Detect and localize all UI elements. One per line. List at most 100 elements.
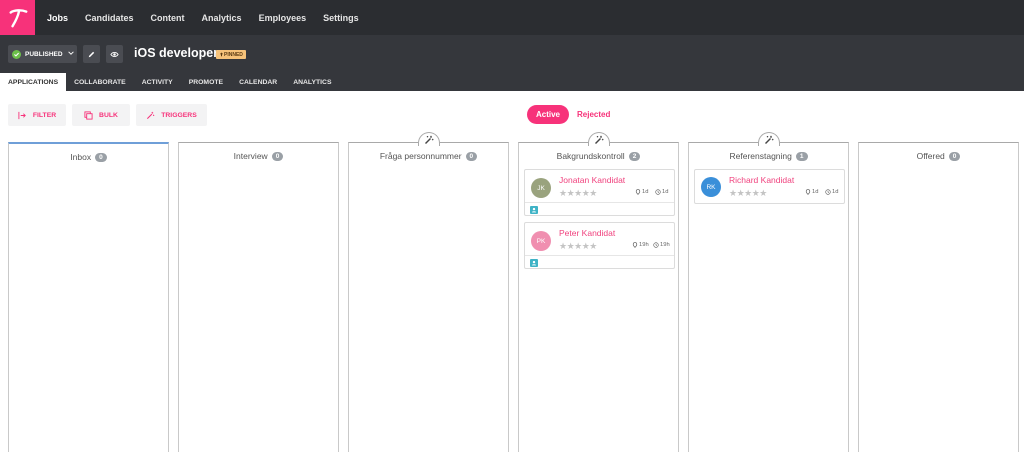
stage-header[interactable]: Fråga personnummer 0 xyxy=(349,151,508,161)
bulk-label: BULK xyxy=(99,111,118,119)
avatar: PK xyxy=(531,231,551,251)
tab-activity[interactable]: ACTIVITY xyxy=(134,73,181,91)
nav-jobs[interactable]: Jobs xyxy=(47,13,68,23)
app-logo[interactable] xyxy=(0,0,35,35)
candidate-name[interactable]: Jonatan Kandidat xyxy=(559,175,625,185)
pin-icon xyxy=(632,242,638,248)
top-nav: Jobs Candidates Content Analytics Employ… xyxy=(0,0,1024,35)
nav-analytics[interactable]: Analytics xyxy=(202,13,242,23)
stage-name: Referenstagning xyxy=(729,151,792,161)
magic-wand-icon xyxy=(147,111,155,119)
elapsed-time: 1d xyxy=(655,189,668,195)
stage-time: 19h xyxy=(632,242,649,248)
stage-name: Offered xyxy=(916,151,945,161)
status-dropdown[interactable]: PUBLISHED xyxy=(8,45,77,63)
avatar: RK xyxy=(701,177,721,197)
stage-name: Inbox xyxy=(70,152,92,162)
nav-candidates[interactable]: Candidates xyxy=(85,13,134,23)
card-footer xyxy=(525,202,674,215)
candidate-name[interactable]: Richard Kandidat xyxy=(729,175,794,185)
nav-content[interactable]: Content xyxy=(151,13,185,23)
stage-column-bakgrundskontroll: Bakgrundskontroll 2 JK Jonatan Kandidat … xyxy=(518,132,679,452)
tab-collaborate[interactable]: COLLABORATE xyxy=(66,73,134,91)
active-toggle[interactable]: Active xyxy=(527,105,569,124)
avatar: JK xyxy=(531,178,551,198)
candidate-name[interactable]: Peter Kandidat xyxy=(559,228,615,238)
stage-header[interactable]: Offered 0 xyxy=(859,151,1018,161)
check-icon xyxy=(12,49,21,59)
edit-button[interactable] xyxy=(83,45,100,63)
stage-header[interactable]: Referenstagning 1 xyxy=(689,151,848,161)
trigger-icon[interactable] xyxy=(417,132,440,146)
filter-icon xyxy=(18,111,26,119)
stage-time: 1d xyxy=(805,189,818,195)
tab-analytics[interactable]: ANALYTICS xyxy=(285,73,339,91)
stage-count: 0 xyxy=(948,151,961,161)
stage-header[interactable]: Interview 0 xyxy=(179,151,338,161)
pencil-icon xyxy=(88,51,95,57)
stage-column-fraga-personnummer: Fråga personnummer 0 xyxy=(348,132,509,452)
stage-count: 1 xyxy=(795,151,808,161)
pin-icon xyxy=(805,189,811,195)
chevron-down-icon xyxy=(67,49,75,59)
stage-time: 1d xyxy=(635,189,648,195)
stage-time-value: 1d xyxy=(642,189,649,195)
job-header: PUBLISHED iOS developer PINNED xyxy=(0,35,1024,73)
stage-count: 0 xyxy=(95,152,107,162)
tab-promote[interactable]: PROMOTE xyxy=(181,73,231,91)
user-icon xyxy=(530,259,538,267)
nav-settings[interactable]: Settings xyxy=(323,13,359,23)
candidate-card[interactable]: RK Richard Kandidat ★★★★★ 1d 1d xyxy=(694,169,845,204)
candidate-card[interactable]: PK Peter Kandidat ★★★★★ 19h 19h xyxy=(524,222,675,269)
stage-count: 0 xyxy=(271,151,284,161)
stage-column-referenstagning: Referenstagning 1 RK Richard Kandidat ★★… xyxy=(688,132,849,452)
stage-name: Interview xyxy=(233,151,268,161)
elapsed-time-value: 19h xyxy=(660,242,670,248)
user-icon xyxy=(530,206,538,214)
filter-button[interactable]: FILTER xyxy=(8,104,66,126)
elapsed-time-value: 1d xyxy=(832,189,839,195)
logo-icon xyxy=(8,8,27,27)
nav-employees[interactable]: Employees xyxy=(259,13,307,23)
elapsed-time-value: 1d xyxy=(662,189,669,195)
trigger-icon[interactable] xyxy=(757,132,780,146)
stage-header[interactable]: Bakgrundskontroll 2 xyxy=(519,151,678,161)
stage-time-value: 19h xyxy=(639,242,649,248)
card-footer xyxy=(525,255,674,268)
filter-label: FILTER xyxy=(32,111,57,119)
rating-stars[interactable]: ★★★★★ xyxy=(559,241,597,252)
rating-stars[interactable]: ★★★★★ xyxy=(559,188,597,199)
stage-column-interview: Interview 0 xyxy=(178,142,339,452)
job-tabs: APPLICATIONS COLLABORATE ACTIVITY PROMOT… xyxy=(0,73,1024,91)
rating-stars[interactable]: ★★★★★ xyxy=(729,188,767,199)
stage-time-value: 1d xyxy=(812,189,819,195)
eye-icon xyxy=(110,51,119,57)
stage-header[interactable]: Inbox 0 xyxy=(9,152,168,162)
stage-column-offered: Offered 0 xyxy=(858,142,1019,452)
tab-calendar[interactable]: CALENDAR xyxy=(231,73,285,91)
stage-count: 0 xyxy=(465,151,478,161)
preview-button[interactable] xyxy=(106,45,123,63)
elapsed-time: 1d xyxy=(825,189,838,195)
stage-name: Bakgrundskontroll xyxy=(556,151,625,161)
candidate-card[interactable]: JK Jonatan Kandidat ★★★★★ 1d 1d xyxy=(524,169,675,216)
stage-count: 2 xyxy=(628,151,641,161)
clock-icon xyxy=(825,189,831,195)
copy-icon xyxy=(84,110,93,120)
bulk-button[interactable]: BULK xyxy=(72,104,130,126)
pinned-label: PINNED xyxy=(224,51,243,58)
stage-column-inbox: Inbox 0 xyxy=(8,142,169,452)
triggers-button[interactable]: TRIGGERS xyxy=(136,104,207,126)
clock-icon xyxy=(655,189,661,195)
pinned-badge: PINNED xyxy=(216,50,246,59)
rejected-toggle[interactable]: Rejected xyxy=(577,110,610,119)
main-nav: Jobs Candidates Content Analytics Employ… xyxy=(47,13,376,23)
tab-applications[interactable]: APPLICATIONS xyxy=(0,73,67,91)
job-title: iOS developer xyxy=(134,46,219,60)
stage-name: Fråga personnummer xyxy=(379,151,462,161)
trigger-icon[interactable] xyxy=(587,132,610,146)
clock-icon xyxy=(653,242,659,248)
triggers-label: TRIGGERS xyxy=(161,111,197,119)
status-label: PUBLISHED xyxy=(25,50,63,58)
pin-icon xyxy=(635,189,641,195)
